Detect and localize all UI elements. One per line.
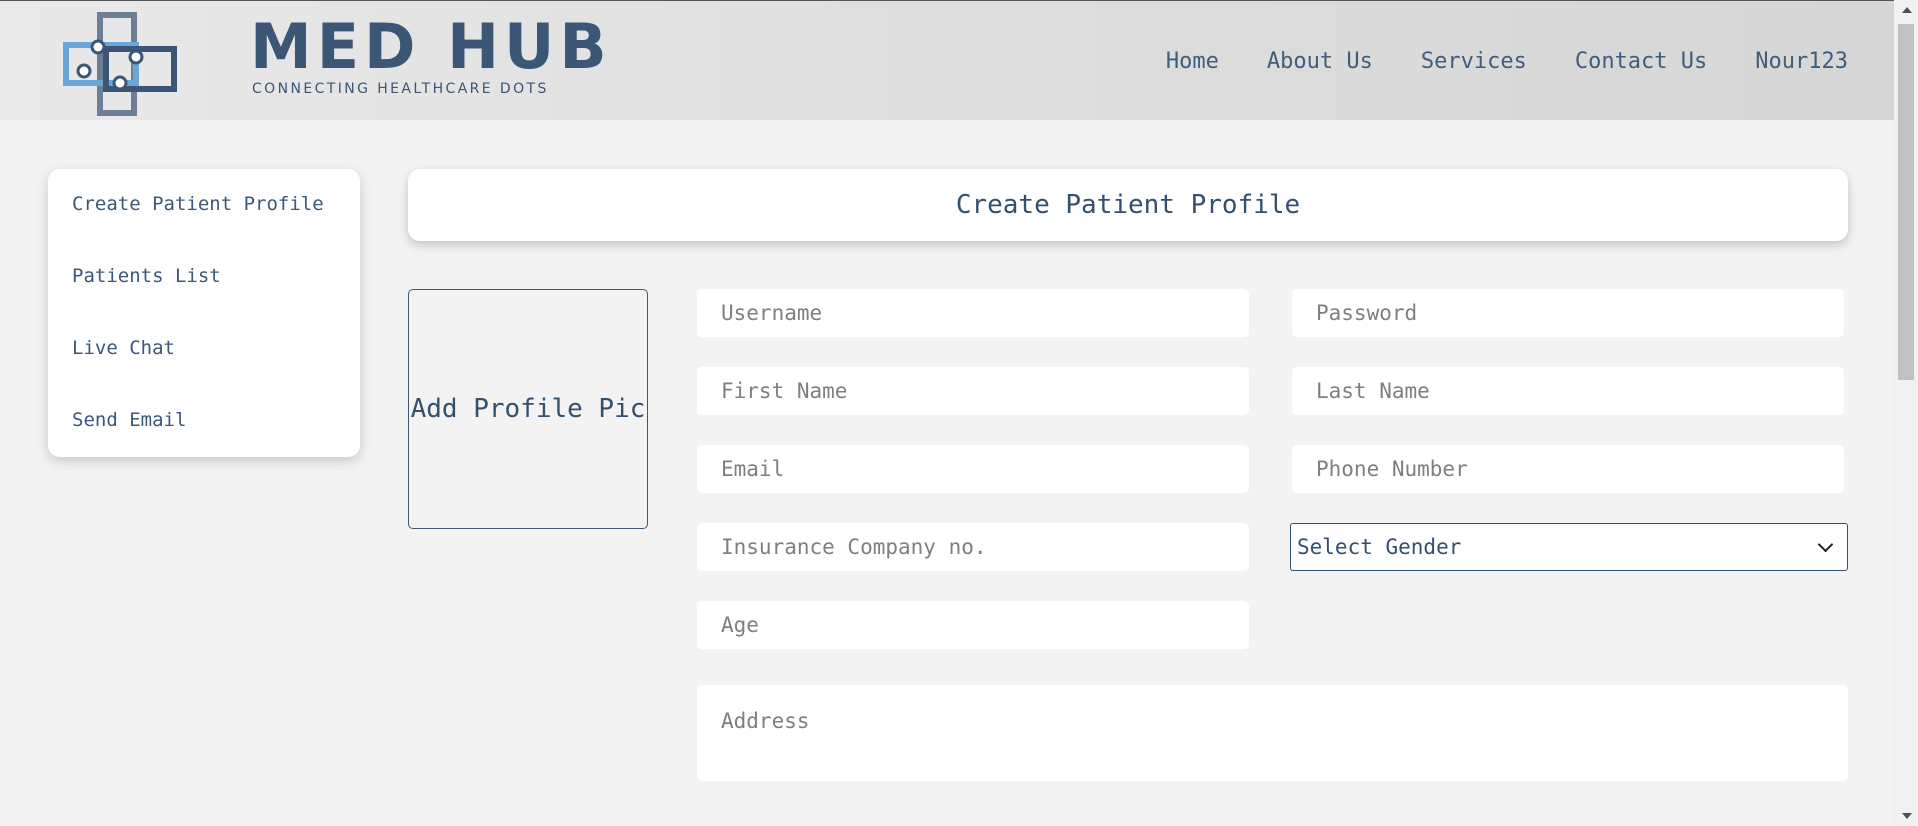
page-scrollbar[interactable] [1894,0,1918,826]
sidebar: Create Patient Profile Patients List Liv… [48,169,360,457]
scroll-down-arrow-icon[interactable] [1902,813,1912,819]
insurance-company-input[interactable] [697,523,1249,571]
gender-select[interactable]: Select Gender [1290,523,1848,571]
brand-name: MED HUB [250,10,612,83]
add-profile-pic-label: Add Profile Pic [410,394,646,424]
password-input[interactable] [1292,289,1844,337]
age-input[interactable] [697,601,1249,649]
page-title: Create Patient Profile [955,190,1301,220]
first-name-input[interactable] [697,367,1249,415]
phone-number-input[interactable] [1292,445,1844,493]
sidebar-item-create-patient-profile[interactable]: Create Patient Profile [72,193,324,215]
nav-about[interactable]: About Us [1267,49,1373,74]
email-input[interactable] [697,445,1249,493]
address-textarea[interactable] [697,685,1848,781]
last-name-input[interactable] [1292,367,1844,415]
sidebar-item-send-email[interactable]: Send Email [72,409,186,431]
main-nav: Home About Us Services Contact Us Nour12… [1166,49,1848,74]
sidebar-item-patients-list[interactable]: Patients List [72,265,221,287]
gender-select-value: Select Gender [1297,535,1462,559]
scroll-thumb[interactable] [1898,24,1914,380]
add-profile-pic-button[interactable]: Add Profile Pic [408,289,648,529]
nav-contact[interactable]: Contact Us [1575,49,1707,74]
site-header: MED HUB CONNECTING HEALTHCARE DOTS Home … [0,0,1894,120]
username-input[interactable] [697,289,1249,337]
nav-services[interactable]: Services [1421,49,1527,74]
brand-tagline: CONNECTING HEALTHCARE DOTS [252,81,549,97]
chevron-down-icon [1817,536,1834,552]
scroll-up-arrow-icon[interactable] [1902,7,1912,13]
nav-home[interactable]: Home [1166,49,1219,74]
page-title-card: Create Patient Profile [408,169,1848,241]
logo-icon[interactable] [62,11,178,117]
nav-user-account[interactable]: Nour123 [1755,49,1848,74]
sidebar-item-live-chat[interactable]: Live Chat [72,337,175,359]
